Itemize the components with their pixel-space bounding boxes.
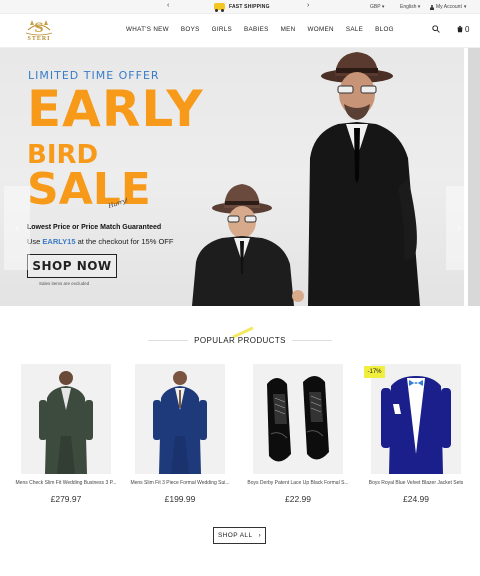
nav-girls[interactable]: GIRLS [212,26,232,33]
product-card[interactable]: Boys Royal Blue Velvet Blazer Jacket Set… [364,364,468,504]
product-name[interactable]: Mens Check Slim Fit Wedding Business 3 P… [14,480,118,486]
nav-sale[interactable]: SALE [346,26,363,33]
discount-badge: -17% [364,366,385,378]
product-card[interactable]: Boys Derby Patent Lace Up Black Formal S… [246,364,350,504]
product-image[interactable] [253,364,343,474]
shop-now-button[interactable]: SHOP NOW [27,254,117,278]
main-nav: WHAT'S NEW BOYS GIRLS BABIES MEN WOMEN S… [126,26,394,33]
product-price: £199.99 [164,494,196,504]
product-card[interactable]: Mens Check Slim Fit Wedding Business 3 P… [14,364,118,504]
nav-whats-new[interactable]: WHAT'S NEW [126,26,169,33]
svg-text:S: S [34,21,43,36]
slide-next-button[interactable]: › [446,186,464,270]
headline-sale: SALE [27,164,151,215]
headline-early: EARLY [27,80,204,138]
product-price: £24.99 [403,494,429,504]
product-price: £22.99 [285,494,311,504]
product-price: £279.97 [50,494,82,504]
chevron-left-icon[interactable]: ‹ [167,2,169,9]
shop-all-label: SHOP ALL [217,532,253,539]
slide-prev-button[interactable]: ‹ [4,186,30,270]
product-name[interactable]: Mens Slim Fit 3 Piece Formal Wedding Sui… [128,480,232,486]
next-slide-peek [468,48,480,306]
logo-text: STERI [27,36,51,42]
chevron-right-icon: › [258,532,262,539]
top-bar: ‹ FAST SHIPPING › GBP ▾ English ▾ My Acc… [0,0,480,14]
currency-selector[interactable]: GBP ▾ [370,4,384,10]
shipping-notice: FAST SHIPPING [214,3,270,12]
nav-babies[interactable]: BABIES [244,26,269,33]
logo-emblem-icon: S [25,20,53,36]
product-card[interactable]: Mens Slim Fit 3 Piece Formal Wedding Sui… [128,364,232,504]
cart-count: 0 [465,25,470,34]
promo-code: EARLY15 [42,237,76,246]
shop-all-button[interactable]: SHOP ALL › [213,527,266,544]
hero-photo [192,52,420,306]
chevron-right-icon: › [457,223,461,233]
section-title: POPULAR PRODUCTS [194,336,286,345]
chevron-left-icon: ‹ [15,223,19,233]
nav-men[interactable]: MEN [281,26,296,33]
hero-banner[interactable]: LIMITED TIME OFFER EARLY BIRD SALE Hurry… [0,48,464,306]
divider [148,340,188,341]
product-name[interactable]: Boys Derby Patent Lace Up Black Formal S… [246,480,350,486]
divider [292,340,332,341]
site-header: S STERI WHAT'S NEW BOYS GIRLS BABIES MEN… [0,14,480,48]
shipping-text: FAST SHIPPING [229,3,270,10]
logo[interactable]: S STERI [14,16,64,46]
cart-icon[interactable] [456,25,464,33]
account-menu[interactable]: My Account ▾ [430,4,466,10]
nav-boys[interactable]: BOYS [181,26,200,33]
nav-blog[interactable]: BLOG [375,26,394,33]
promo-code-text: Use EARLY15 at the checkout for 15% OFF [27,237,174,246]
product-image[interactable] [135,364,225,474]
user-icon [430,4,434,10]
price-guarantee: Lowest Price or Price Match Guaranteed [27,224,162,231]
exclusion-note: Sales items are excluded [39,281,90,286]
nav-women[interactable]: WOMEN [308,26,334,33]
language-selector[interactable]: English ▾ [400,4,420,10]
search-icon[interactable] [432,25,440,33]
product-name[interactable]: Boys Royal Blue Velvet Blazer Jacket Set… [364,480,468,486]
product-image[interactable] [21,364,111,474]
truck-icon [214,3,225,12]
product-image[interactable] [371,364,461,474]
chevron-right-icon[interactable]: › [307,2,309,9]
